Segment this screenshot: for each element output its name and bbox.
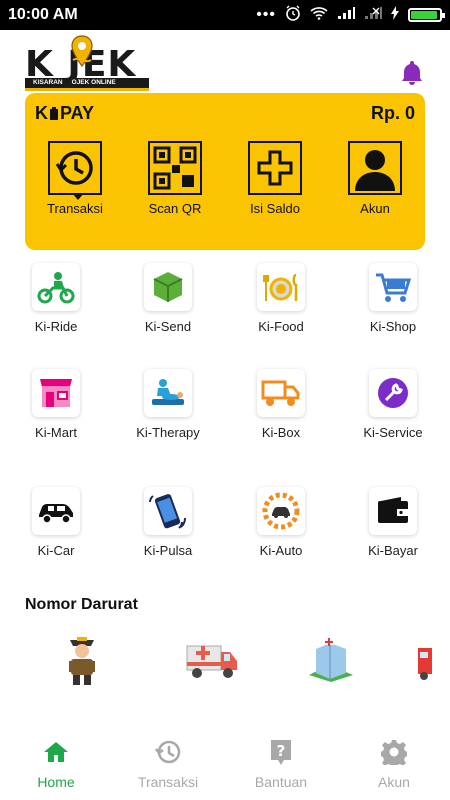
service-ki-pulsa[interactable]: Ki-Pulsa [118,487,218,558]
service-label: Ki-Therapy [136,425,200,440]
kpay-brand: K PAY [35,103,95,123]
service-ki-shop[interactable]: Ki-Shop [343,263,443,334]
history-icon [48,141,102,200]
kpay-action-label: Isi Saldo [250,201,300,216]
svg-text:?: ? [277,742,286,760]
kpay-action-label: Transaksi [47,201,103,216]
gear-icon [380,738,408,766]
logo-pin-icon [71,35,93,67]
service-label: Ki-Mart [35,425,77,440]
kpay-akun-button[interactable]: Akun [325,141,425,216]
service-ki-mart[interactable]: Ki-Mart [6,369,106,440]
nav-transaksi[interactable]: Transaksi [112,738,224,790]
history-icon [154,738,182,766]
service-ki-therapy[interactable]: Ki-Therapy [118,369,218,440]
emergency-fire-button[interactable] [412,632,432,688]
service-ki-service[interactable]: Ki-Service [343,369,443,440]
service-label: Ki-Food [258,319,304,334]
service-ki-car[interactable]: Ki-Car [6,487,106,558]
service-ki-box[interactable]: Ki-Box [231,369,331,440]
service-label: Ki-Shop [369,319,417,334]
home-icon [42,738,70,766]
wallet-icon [369,487,417,535]
hospital-icon [309,638,353,682]
kijek-logo: K JEK KISARAN OJEK ONLINE [25,34,151,91]
alarm-icon [285,5,301,26]
nav-label: Home [37,774,75,790]
service-ki-send[interactable]: Ki-Send [118,263,218,334]
emergency-police-button[interactable] [54,632,110,688]
kpay-action-label: Scan QR [148,201,202,216]
kpay-isi-saldo-button[interactable]: Isi Saldo [225,141,325,216]
kpay-wallet-icon [50,106,58,120]
wifi-icon [310,6,328,25]
shopping-cart-icon [369,263,417,311]
service-label: Ki-Box [261,425,301,440]
signal-off-icon [364,6,382,25]
service-label: Ki-Bayar [368,543,418,558]
notification-bell-button[interactable] [398,58,426,86]
service-label: Ki-Car [37,543,75,558]
emergency-ambulance-button[interactable] [184,632,240,688]
ambulance-icon [186,645,237,678]
bell-icon [402,61,422,85]
user-icon [348,141,402,195]
nav-akun[interactable]: Akun [338,738,450,790]
service-ki-auto[interactable]: Ki-Auto [231,487,331,558]
logo-tagline: KISARAN OJEK ONLINE [25,78,149,91]
fire-truck-icon [418,648,432,680]
phone-icon [144,487,192,535]
plus-icon [248,141,302,195]
charging-icon [391,5,399,25]
service-ki-bayar[interactable]: Ki-Bayar [343,487,443,558]
battery-icon [408,8,445,22]
kpay-transaksi-button[interactable]: Transaksi [25,141,125,216]
nav-label: Bantuan [254,774,308,790]
kpay-balance: Rp. 0 [370,103,415,123]
nav-label: Transaksi [137,774,199,790]
motorbike-icon [32,263,80,311]
package-icon [144,263,192,311]
app-header: K JEK KISARAN OJEK ONLINE [0,30,450,92]
police-icon [69,637,95,685]
qr-code-icon [148,141,202,195]
service-ki-food[interactable]: Ki-Food [231,263,331,334]
kpay-actions: Transaksi Scan QR Isi Saldo Akun [25,141,425,221]
service-ki-ride[interactable]: Ki-Ride [6,263,106,334]
service-label: Ki-Send [144,319,192,334]
auto-service-icon [257,487,305,535]
wrench-icon [369,369,417,417]
massage-icon [144,369,192,417]
service-label: Ki-Ride [34,319,78,334]
help-icon: ? [267,738,295,766]
status-bar: 10:00 AM ••• [0,0,450,30]
nav-home[interactable]: Home [0,738,112,790]
bottom-navigation: Home Transaksi ? Bantuan Akun [0,730,450,800]
car-icon [32,487,80,535]
emergency-hospital-button[interactable] [303,632,359,688]
emergency-section-title: Nomor Darurat [25,596,138,613]
nav-label: Akun [378,774,410,790]
signal-icon [337,6,355,25]
store-icon [32,369,80,417]
service-label: Ki-Service [363,425,423,440]
kpay-card: K PAY Rp. 0 Transaksi Scan QR Isi Saldo [25,93,425,250]
service-label: Ki-Auto [259,543,303,558]
status-icons: ••• [256,5,445,26]
more-dots-icon: ••• [256,6,276,23]
truck-icon [257,369,305,417]
status-time: 10:00 AM [8,6,78,23]
service-label: Ki-Pulsa [143,543,193,558]
nav-bantuan[interactable]: ? Bantuan [225,738,337,790]
kpay-scan-qr-button[interactable]: Scan QR [125,141,225,216]
kpay-action-label: Akun [360,201,390,216]
food-icon [257,263,305,311]
